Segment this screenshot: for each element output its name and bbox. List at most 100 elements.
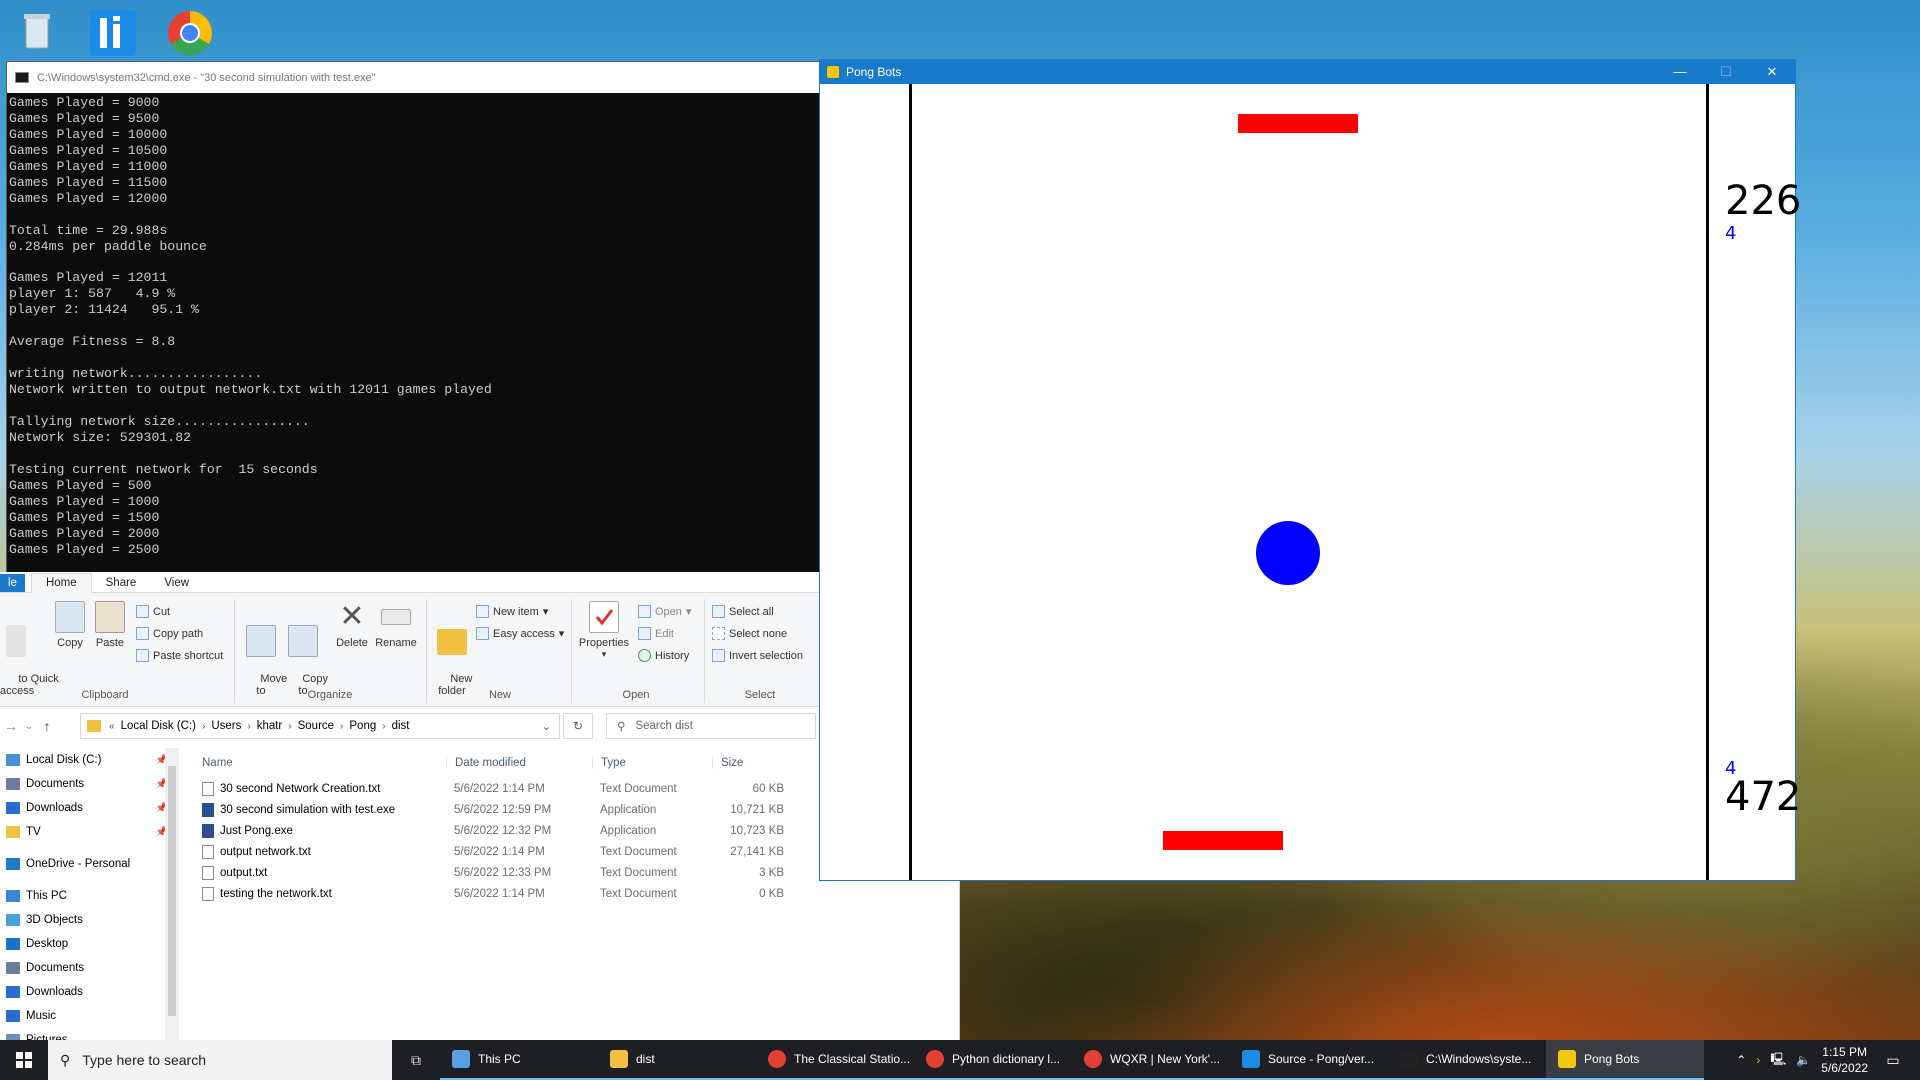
li-app-icon[interactable] xyxy=(86,6,140,60)
nav-item[interactable]: OneDrive - Personal xyxy=(0,852,180,876)
pin-quick-access-button[interactable]: to Quick access xyxy=(0,601,59,709)
file-explorer-window[interactable]: le Home Share View to Quick access Copy … xyxy=(0,572,960,1046)
address-dropdown-icon[interactable]: ⌄ xyxy=(542,720,551,733)
history-button[interactable]: History xyxy=(638,649,689,662)
chrome-desktop-icon[interactable] xyxy=(163,6,217,60)
breadcrumb-item[interactable]: dist xyxy=(392,720,410,732)
move-to-button[interactable]: Move to xyxy=(242,601,287,709)
breadcrumb-separator-icon[interactable]: › xyxy=(340,721,343,732)
taskbar-item[interactable]: Pong Bots xyxy=(1546,1040,1704,1080)
file-row[interactable]: output.txt 5/6/2022 12:33 PM Text Document… xyxy=(190,862,810,883)
taskbar-item[interactable]: Python dictionary l... xyxy=(914,1040,1072,1080)
nav-item[interactable]: Downloads 📌 xyxy=(0,796,180,820)
chevron-down-icon: ▾ xyxy=(542,606,549,618)
file-row[interactable]: testing the network.txt 5/6/2022 1:14 PM T… xyxy=(190,883,810,904)
close-button[interactable]: ✕ xyxy=(1749,60,1795,84)
volume-icon[interactable]: 🔈 xyxy=(1796,1053,1811,1067)
taskbar-item-label: C:\Windows\syste... xyxy=(1426,1052,1532,1066)
taskbar-item[interactable]: C:\Windows\syste... xyxy=(1388,1040,1546,1080)
column-date-modified[interactable]: Date modified xyxy=(446,757,592,769)
column-type[interactable]: Type xyxy=(592,757,712,769)
tab-share[interactable]: Share xyxy=(92,577,151,592)
breadcrumb-item[interactable]: Source xyxy=(298,720,334,732)
nav-item[interactable]: This PC xyxy=(0,884,180,908)
breadcrumb-item[interactable]: Local Disk (C:) xyxy=(121,720,196,732)
nav-item[interactable]: Documents 📌 xyxy=(0,772,180,796)
edit-button[interactable]: Edit xyxy=(638,627,674,640)
taskbar-item[interactable]: dist xyxy=(598,1040,756,1080)
task-view-button[interactable]: ⧉ xyxy=(392,1052,440,1069)
taskbar-item[interactable]: Source - Pong/ver... xyxy=(1230,1040,1388,1080)
copy-path-button[interactable]: Copy path xyxy=(136,627,203,640)
rename-label: Rename xyxy=(375,637,417,649)
cut-button[interactable]: Cut xyxy=(136,605,170,618)
pong-window[interactable]: Pong Bots — ☐ ✕ 226 4 4 472 xyxy=(819,59,1801,881)
start-button[interactable] xyxy=(0,1040,48,1080)
nav-item[interactable]: Local Disk (C:) 📌 xyxy=(0,748,180,772)
file-size: 10,721 KB xyxy=(730,803,784,816)
nav-item[interactable]: Downloads xyxy=(0,980,180,1004)
nav-item[interactable]: TV 📌 xyxy=(0,820,180,844)
console-window[interactable]: C:\Windows\system32\cmd.exe - "30 second… xyxy=(6,61,820,573)
copy-button[interactable]: Copy xyxy=(52,601,88,649)
breadcrumb-item[interactable]: Pong xyxy=(349,720,376,732)
breadcrumb-separator-icon[interactable]: › xyxy=(247,721,250,732)
tab-home[interactable]: Home xyxy=(30,573,92,593)
back-arrow-icon[interactable]: → xyxy=(0,718,22,734)
breadcrumb-item[interactable]: Users xyxy=(211,720,241,732)
breadcrumb-item[interactable]: khatr xyxy=(257,720,283,732)
paste-shortcut-button[interactable]: Paste shortcut xyxy=(136,649,223,662)
file-row[interactable]: 30 second simulation with test.exe 5/6/20… xyxy=(190,799,810,820)
file-row[interactable]: Just Pong.exe 5/6/2022 12:32 PM Applicatio… xyxy=(190,820,810,841)
maximize-button[interactable]: ☐ xyxy=(1703,60,1749,84)
taskbar-item[interactable]: WQXR | New York'... xyxy=(1072,1040,1230,1080)
column-size[interactable]: Size xyxy=(712,757,792,769)
refresh-button[interactable]: ↻ xyxy=(563,713,593,739)
action-center-icon[interactable]: ▭ xyxy=(1878,1052,1908,1069)
up-arrow-icon[interactable]: ↑ xyxy=(36,718,58,734)
properties-button[interactable]: Properties ▾ xyxy=(576,601,632,660)
file-row[interactable]: 30 second Network Creation.txt 5/6/2022 1… xyxy=(190,778,810,799)
rename-button[interactable]: Rename xyxy=(374,601,418,649)
address-bar[interactable]: « Local Disk (C:) › Users › khatr › Source › Pon… xyxy=(80,713,560,739)
invert-selection-button[interactable]: Invert selection xyxy=(712,649,803,662)
select-none-button[interactable]: Select none xyxy=(712,627,787,640)
minimize-button[interactable]: — xyxy=(1657,60,1703,84)
taskbar-item[interactable]: The Classical Statio... xyxy=(756,1040,914,1080)
file-type: Text Document xyxy=(600,866,677,879)
nav-item[interactable]: 3D Objects xyxy=(0,908,180,932)
breadcrumb: Local Disk (C:) › Users › khatr › Source › Pong ›… xyxy=(115,720,416,732)
notification-arrow-icon[interactable]: › xyxy=(1756,1053,1760,1067)
tab-file[interactable]: le xyxy=(0,574,25,592)
new-item-button[interactable]: New item ▾ xyxy=(476,605,548,618)
recycle-bin-icon[interactable] xyxy=(10,6,64,60)
nav-item[interactable]: Documents xyxy=(0,956,180,980)
nav-item[interactable]: Desktop xyxy=(0,932,180,956)
pong-titlebar[interactable]: Pong Bots — ☐ ✕ xyxy=(820,60,1795,84)
tab-view[interactable]: View xyxy=(150,577,203,592)
nav-scrollbar[interactable] xyxy=(165,748,179,1040)
taskbar-item[interactable]: This PC xyxy=(440,1040,598,1080)
open-button[interactable]: Open ▾ xyxy=(638,605,691,618)
clock[interactable]: 1:15 PM 5/6/2022 xyxy=(1821,1044,1868,1076)
show-hidden-icons-chevron[interactable]: ⌃ xyxy=(1736,1053,1746,1067)
delete-button[interactable]: ✕ Delete xyxy=(332,601,372,650)
select-all-button[interactable]: Select all xyxy=(712,605,774,618)
easy-access-button[interactable]: Easy access ▾ xyxy=(476,627,564,640)
file-type: Text Document xyxy=(600,887,677,900)
breadcrumb-separator-icon[interactable]: › xyxy=(382,721,385,732)
file-row[interactable]: output network.txt 5/6/2022 1:14 PM Text D… xyxy=(190,841,810,862)
recent-chevron-icon[interactable]: ⌄ xyxy=(22,721,36,732)
network-icon[interactable]: 🖳 xyxy=(1770,1050,1786,1071)
file-rows: 30 second Network Creation.txt 5/6/2022 1… xyxy=(190,778,810,904)
column-name[interactable]: Name xyxy=(190,757,446,769)
nav-scroll-thumb[interactable] xyxy=(168,766,176,1016)
paste-button[interactable]: Paste xyxy=(92,601,128,649)
breadcrumb-separator-icon[interactable]: › xyxy=(288,721,291,732)
console-titlebar[interactable]: C:\Windows\system32\cmd.exe - "30 second… xyxy=(7,62,819,93)
search-input[interactable]: ⚲ Search dist xyxy=(606,713,816,739)
breadcrumb-separator-icon[interactable]: › xyxy=(202,721,205,732)
taskbar-search-box[interactable]: ⚲ Type here to search xyxy=(48,1040,392,1080)
nav-item-icon xyxy=(6,938,20,950)
nav-item[interactable]: Music xyxy=(0,1004,180,1028)
